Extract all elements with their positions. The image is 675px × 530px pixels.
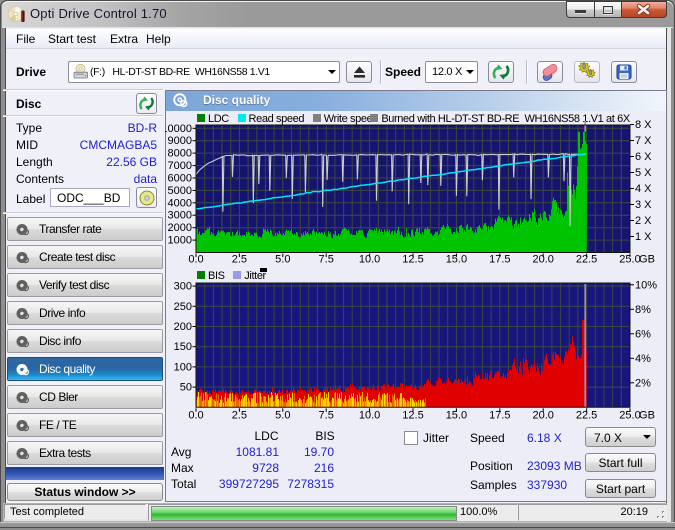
svg-text:6000: 6000 <box>168 173 192 185</box>
svg-text:GB: GB <box>639 254 655 266</box>
svg-text:9000: 9000 <box>168 135 192 147</box>
svg-text:3 X: 3 X <box>635 199 652 211</box>
svg-text:3000: 3000 <box>168 210 192 222</box>
svg-text:8000: 8000 <box>168 148 192 160</box>
svg-text:6 X: 6 X <box>635 151 652 163</box>
svg-text:5000: 5000 <box>168 185 192 197</box>
svg-text:10%: 10% <box>635 279 657 291</box>
svg-text:5 X: 5 X <box>635 167 652 179</box>
svg-text:4000: 4000 <box>168 197 192 209</box>
svg-text:200: 200 <box>174 321 192 333</box>
svg-text:50: 50 <box>180 382 192 394</box>
svg-text:100: 100 <box>174 361 192 373</box>
svg-text:8%: 8% <box>635 304 651 316</box>
svg-text:4%: 4% <box>635 353 651 365</box>
svg-text:7 X: 7 X <box>635 135 652 147</box>
svg-text:6%: 6% <box>635 328 651 340</box>
svg-text:1 X: 1 X <box>635 231 652 243</box>
svg-text:2%: 2% <box>635 377 651 389</box>
svg-text:300: 300 <box>174 281 192 293</box>
svg-text:8 X: 8 X <box>635 120 652 131</box>
svg-text:1000: 1000 <box>168 235 192 247</box>
svg-text:10000: 10000 <box>165 123 192 135</box>
svg-text:7000: 7000 <box>168 160 192 172</box>
svg-text:4 X: 4 X <box>635 183 652 195</box>
svg-text:2 X: 2 X <box>635 215 652 227</box>
svg-text:150: 150 <box>174 341 192 353</box>
svg-text:GB: GB <box>639 410 655 422</box>
svg-text:250: 250 <box>174 301 192 313</box>
svg-text:2000: 2000 <box>168 222 192 234</box>
